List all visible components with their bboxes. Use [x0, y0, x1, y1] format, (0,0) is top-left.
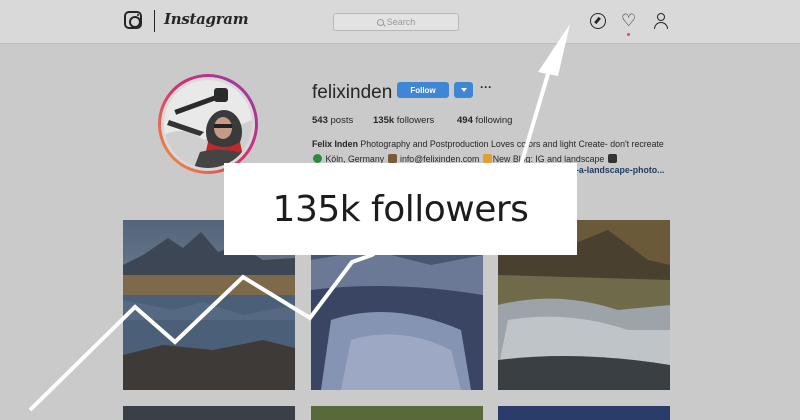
followers-highlight-card: 135k followers	[224, 163, 577, 255]
followers-highlight-text: 135k followers	[272, 188, 529, 230]
